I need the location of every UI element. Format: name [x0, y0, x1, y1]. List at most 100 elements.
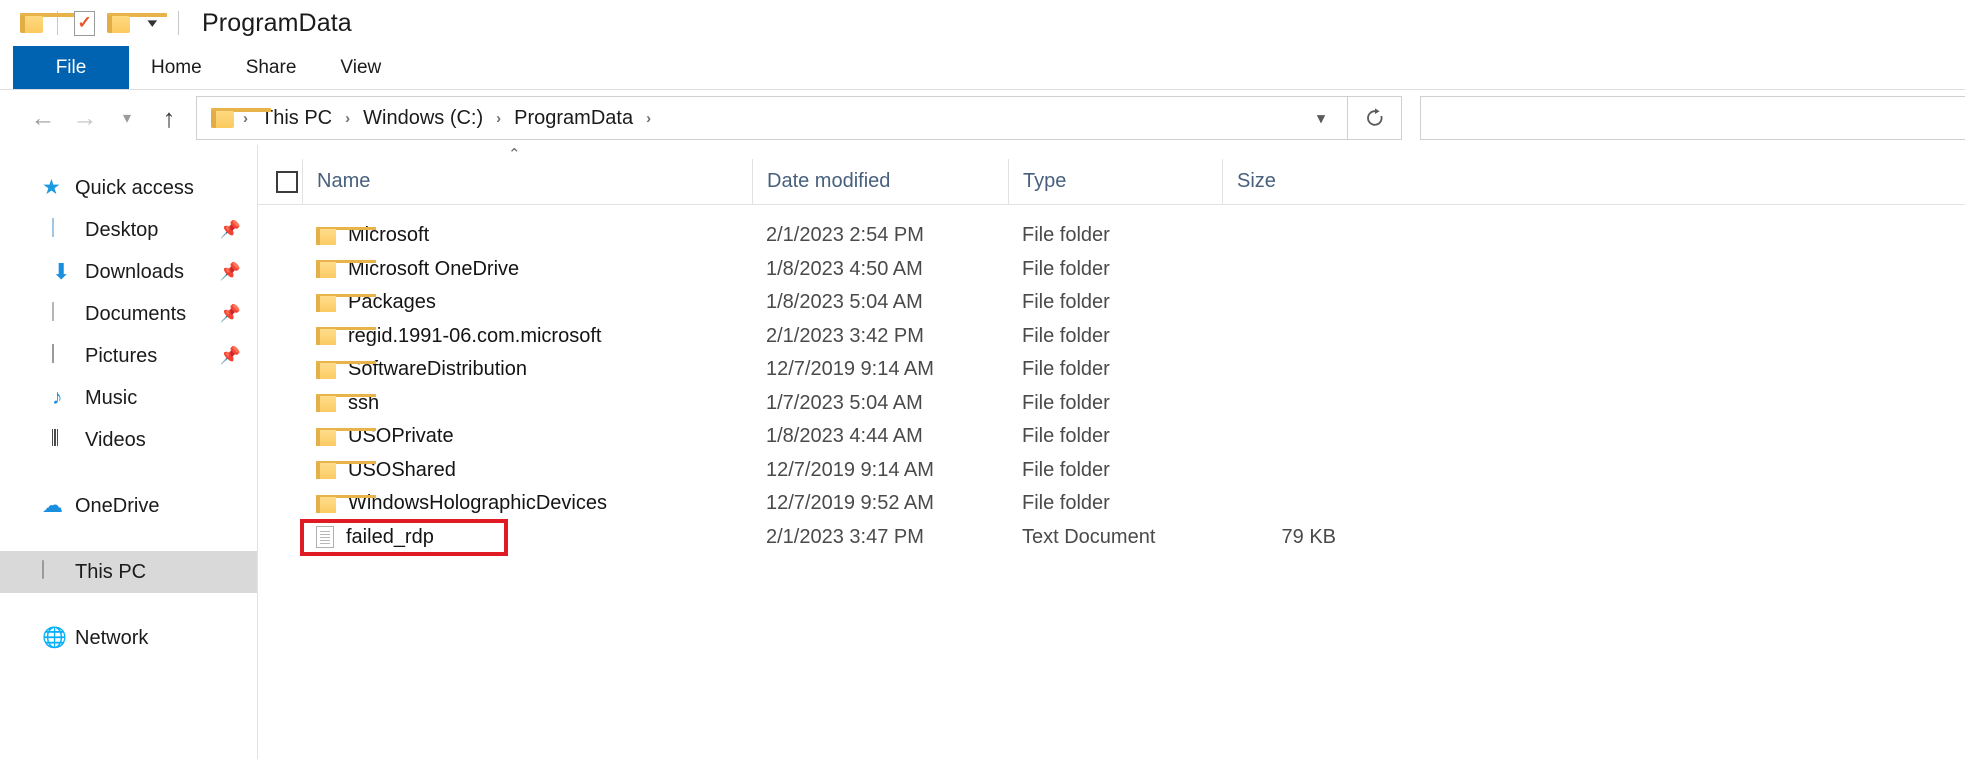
table-row[interactable]: Microsoft 2/1/2023 2:54 PM File folder	[258, 219, 1965, 253]
type-cell: File folder	[1022, 324, 1110, 347]
explorer-body: ★ Quick access Desktop 📌 ⬇ Downloads 📌 D…	[0, 145, 1965, 759]
tab-share[interactable]: Share	[224, 46, 319, 89]
size-cell	[1222, 253, 1372, 287]
breadcrumb-separator-0: ›	[243, 109, 248, 127]
file-explorer-window: ✓ ▾ ProgramData File Home Share View ← →…	[0, 0, 1965, 759]
file-name-cell[interactable]: WindowsHolographicDevices	[258, 487, 752, 521]
pin-icon[interactable]: 📌	[220, 346, 241, 366]
address-bar[interactable]: › This PC › Windows (C:) › ProgramData ›…	[196, 96, 1348, 140]
document-icon	[52, 302, 74, 325]
sidebar-item-label: Network	[75, 626, 149, 649]
date-modified-cell: 2/1/2023 3:42 PM	[766, 324, 924, 347]
window-title: ProgramData	[202, 8, 352, 37]
sidebar-item-onedrive[interactable]: ☁ OneDrive	[0, 485, 257, 527]
table-row[interactable]: ssh 1/7/2023 5:04 AM File folder	[258, 387, 1965, 421]
breadcrumb-windows-c[interactable]: Windows (C:)	[359, 107, 487, 130]
text-document-icon	[316, 526, 334, 549]
network-icon: 🌐	[42, 627, 67, 649]
table-row[interactable]: failed_rdp 2/1/2023 3:47 PM Text Documen…	[258, 518, 1965, 556]
size-cell	[1222, 353, 1372, 387]
type-cell: File folder	[1022, 492, 1110, 515]
folder-icon	[316, 327, 376, 346]
file-name-label: regid.1991-06.com.microsoft	[348, 324, 602, 347]
column-header-name[interactable]: Name	[302, 158, 752, 205]
music-icon: ♪	[52, 386, 63, 409]
table-row[interactable]: SoftwareDistribution 12/7/2019 9:14 AM F…	[258, 353, 1965, 387]
size-cell	[1222, 454, 1372, 488]
table-row[interactable]: Microsoft OneDrive 1/8/2023 4:50 AM File…	[258, 253, 1965, 287]
title-bar: ✓ ▾ ProgramData	[0, 0, 1965, 46]
date-modified-cell: 1/8/2023 4:44 AM	[766, 425, 923, 448]
file-name-cell[interactable]: regid.1991-06.com.microsoft	[258, 320, 752, 354]
new-folder-icon[interactable]	[101, 6, 167, 40]
file-list-pane: ⌃ Name Date modified Type Size Microsoft…	[258, 145, 1965, 759]
picture-icon	[52, 344, 74, 367]
refresh-button[interactable]	[1348, 96, 1402, 140]
sidebar-item-this-pc[interactable]: This PC	[0, 551, 257, 593]
file-name-cell[interactable]: Microsoft OneDrive	[258, 253, 752, 287]
column-header-date-modified[interactable]: Date modified	[752, 158, 1008, 205]
customize-qat-caret-icon[interactable]: ▾	[135, 6, 169, 40]
file-name-cell[interactable]: USOPrivate	[258, 420, 752, 454]
file-name-cell[interactable]: ssh	[258, 387, 752, 421]
sidebar-item-quick-access[interactable]: ★ Quick access	[0, 167, 257, 209]
desktop-icon	[52, 218, 74, 241]
properties-icon[interactable]: ✓	[67, 6, 101, 40]
tab-file[interactable]: File	[13, 46, 129, 89]
table-row[interactable]: Packages 1/8/2023 5:04 AM File folder	[258, 286, 1965, 320]
up-button[interactable]: ↑	[148, 97, 190, 139]
folder-icon[interactable]	[14, 6, 80, 40]
pin-icon[interactable]: 📌	[220, 262, 241, 282]
chevron-down-icon[interactable]: ▾	[1299, 97, 1343, 139]
date-modified-cell: 1/8/2023 4:50 AM	[766, 257, 923, 280]
sidebar-item-documents[interactable]: Documents 📌	[0, 293, 257, 335]
ribbon-tabs: File Home Share View	[0, 46, 1965, 90]
column-header-type[interactable]: Type	[1008, 158, 1222, 205]
table-row[interactable]: USOShared 12/7/2019 9:14 AM File folder	[258, 454, 1965, 488]
table-row[interactable]: USOPrivate 1/8/2023 4:44 AM File folder	[258, 420, 1965, 454]
tab-home[interactable]: Home	[129, 46, 224, 89]
forward-button[interactable]: →	[64, 97, 106, 139]
sidebar-item-videos[interactable]: Videos	[0, 419, 257, 461]
sidebar-item-label: Downloads	[85, 260, 184, 283]
breadcrumb-separator-2: ›	[496, 109, 502, 127]
pin-icon[interactable]: 📌	[220, 220, 241, 240]
sidebar-item-label: Quick access	[75, 176, 194, 199]
file-name-label: failed_rdp	[346, 525, 434, 548]
date-modified-cell: 12/7/2019 9:14 AM	[766, 358, 934, 381]
file-name-cell[interactable]: failed_rdp	[258, 521, 752, 555]
sidebar-item-label: Documents	[85, 302, 187, 325]
size-cell: 79 KB	[1281, 525, 1336, 548]
file-name-cell[interactable]: Packages	[258, 286, 752, 320]
select-all-checkbox[interactable]	[258, 159, 302, 205]
file-name-cell[interactable]: USOShared	[258, 454, 752, 488]
file-name-cell[interactable]: Microsoft	[258, 219, 752, 253]
table-row[interactable]: WindowsHolographicDevices 12/7/2019 9:52…	[258, 487, 1965, 521]
column-header-size[interactable]: Size	[1222, 158, 1372, 205]
breadcrumb-separator-1: ›	[345, 109, 351, 127]
sidebar-item-pictures[interactable]: Pictures 📌	[0, 335, 257, 377]
folder-icon	[316, 260, 376, 279]
sidebar-item-desktop[interactable]: Desktop 📌	[0, 209, 257, 251]
breadcrumb-programdata[interactable]: ProgramData	[510, 107, 637, 130]
tab-view[interactable]: View	[318, 46, 403, 89]
size-cell	[1222, 219, 1372, 253]
table-row[interactable]: regid.1991-06.com.microsoft 2/1/2023 3:4…	[258, 320, 1965, 354]
sidebar-item-music[interactable]: ♪ Music	[0, 377, 257, 419]
type-cell: File folder	[1022, 391, 1110, 414]
file-name-cell[interactable]: SoftwareDistribution	[258, 353, 752, 387]
folder-icon	[316, 394, 376, 413]
sidebar-item-network[interactable]: 🌐 Network	[0, 617, 257, 659]
recent-locations-icon[interactable]: ▾	[106, 97, 148, 139]
size-cell	[1222, 320, 1372, 354]
star-icon: ★	[42, 176, 61, 199]
search-input[interactable]	[1420, 96, 1965, 140]
pin-icon[interactable]: 📌	[220, 304, 241, 324]
column-headers: Name Date modified Type Size	[258, 158, 1965, 205]
back-button[interactable]: ←	[22, 97, 64, 139]
folder-icon	[316, 293, 376, 312]
size-cell	[1222, 487, 1372, 521]
sidebar-item-downloads[interactable]: ⬇ Downloads 📌	[0, 251, 257, 293]
